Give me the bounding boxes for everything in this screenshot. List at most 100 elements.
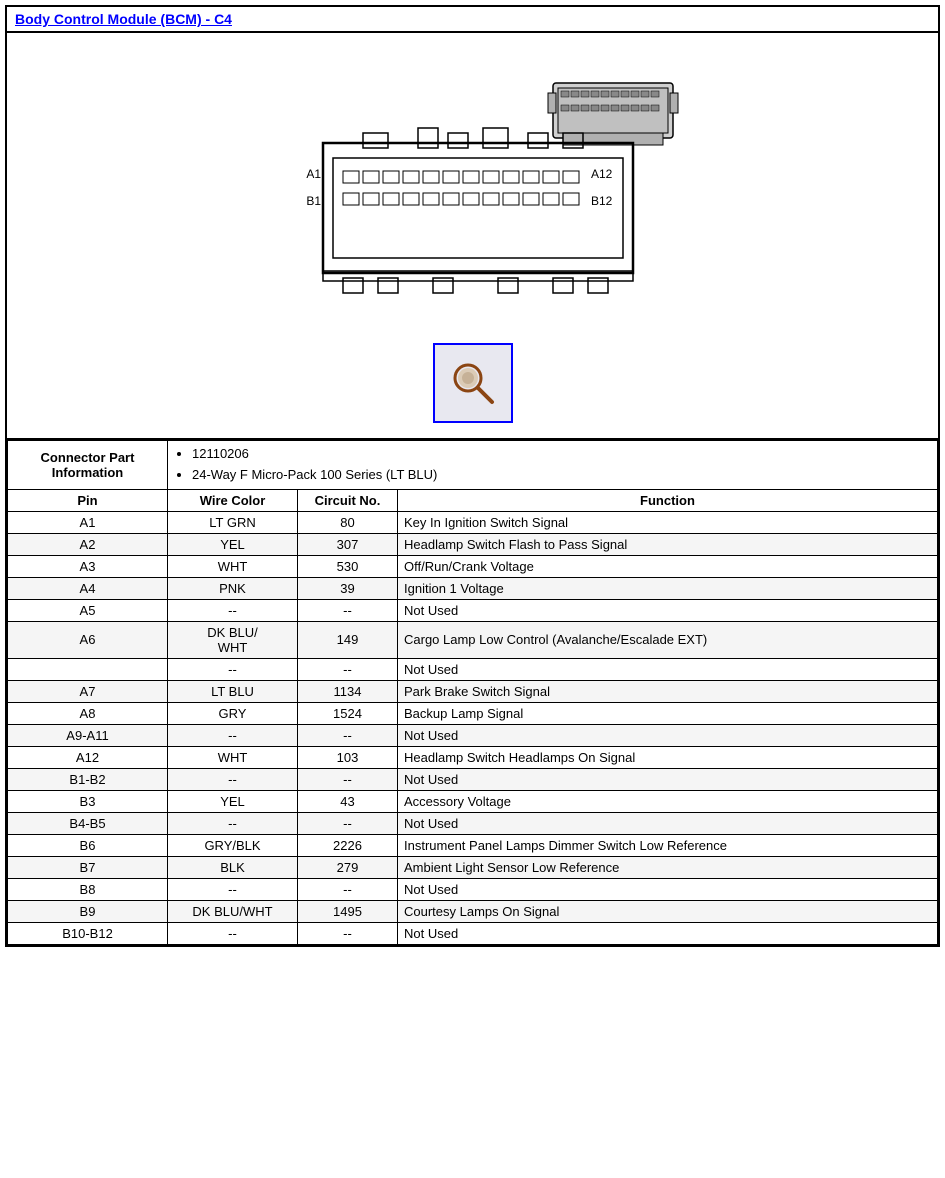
- pin-cell: B10-B12: [8, 922, 168, 944]
- circuit-no-cell: 103: [298, 746, 398, 768]
- connector-diagram: A1 A12 B1 B12: [7, 43, 938, 423]
- function-cell: Not Used: [398, 922, 938, 944]
- circuit-no-cell: --: [298, 922, 398, 944]
- circuit-no-cell: --: [298, 658, 398, 680]
- function-cell: Backup Lamp Signal: [398, 702, 938, 724]
- table-row: B8----Not Used: [8, 878, 938, 900]
- svg-text:B1: B1: [306, 194, 321, 208]
- connector-svg: A1 A12 B1 B12: [233, 43, 713, 333]
- wire-color-cell: --: [168, 922, 298, 944]
- circuit-no-cell: --: [298, 599, 398, 621]
- circuit-no-cell: 1134: [298, 680, 398, 702]
- table-row: A1LT GRN80Key In Ignition Switch Signal: [8, 511, 938, 533]
- function-cell: Off/Run/Crank Voltage: [398, 555, 938, 577]
- wire-color-cell: DK BLU/WHT: [168, 900, 298, 922]
- circuit-no-cell: 530: [298, 555, 398, 577]
- circuit-no-cell: 1495: [298, 900, 398, 922]
- function-cell: Park Brake Switch Signal: [398, 680, 938, 702]
- pin-cell: A9-A11: [8, 724, 168, 746]
- pin-cell: B9: [8, 900, 168, 922]
- wire-color-cell: --: [168, 812, 298, 834]
- function-cell: Ignition 1 Voltage: [398, 577, 938, 599]
- pin-cell: A1: [8, 511, 168, 533]
- circuit-no-cell: 279: [298, 856, 398, 878]
- table-row: A3WHT530Off/Run/Crank Voltage: [8, 555, 938, 577]
- svg-text:A12: A12: [591, 167, 613, 181]
- table-row: B6GRY/BLK2226Instrument Panel Lamps Dimm…: [8, 834, 938, 856]
- pin-cell: B7: [8, 856, 168, 878]
- table-row: A2YEL307Headlamp Switch Flash to Pass Si…: [8, 533, 938, 555]
- table-row: A6DK BLU/ WHT149Cargo Lamp Low Control (…: [8, 621, 938, 658]
- header-circuit-no: Circuit No.: [298, 489, 398, 511]
- magnify-button[interactable]: [433, 343, 513, 423]
- pin-cell: A7: [8, 680, 168, 702]
- wire-color-cell: --: [168, 658, 298, 680]
- pin-cell: A4: [8, 577, 168, 599]
- table-row: B4-B5----Not Used: [8, 812, 938, 834]
- pin-cell: A5: [8, 599, 168, 621]
- part-number-2: 24-Way F Micro-Pack 100 Series (LT BLU): [192, 465, 931, 486]
- header-function: Function: [398, 489, 938, 511]
- function-cell: Not Used: [398, 724, 938, 746]
- page-wrapper: Body Control Module (BCM) - C4: [5, 5, 940, 947]
- pin-cell: A6: [8, 621, 168, 658]
- pin-cell: [8, 658, 168, 680]
- function-cell: Headlamp Switch Flash to Pass Signal: [398, 533, 938, 555]
- table-row: A7LT BLU1134Park Brake Switch Signal: [8, 680, 938, 702]
- table-row: B7BLK279Ambient Light Sensor Low Referen…: [8, 856, 938, 878]
- table-row: A12WHT103Headlamp Switch Headlamps On Si…: [8, 746, 938, 768]
- wire-color-cell: PNK: [168, 577, 298, 599]
- wire-color-cell: --: [168, 724, 298, 746]
- table-row: B9DK BLU/WHT1495Courtesy Lamps On Signal: [8, 900, 938, 922]
- connector-table: Connector Part Information 12110206 24-W…: [7, 440, 938, 945]
- table-row: B1-B2----Not Used: [8, 768, 938, 790]
- circuit-no-cell: 43: [298, 790, 398, 812]
- wire-color-cell: --: [168, 599, 298, 621]
- wire-color-cell: --: [168, 768, 298, 790]
- pin-cell: B8: [8, 878, 168, 900]
- pin-cell: A12: [8, 746, 168, 768]
- table-row: ----Not Used: [8, 658, 938, 680]
- table-row: B3YEL43Accessory Voltage: [8, 790, 938, 812]
- connector-info-label: Connector Part Information: [8, 441, 168, 490]
- wire-color-cell: GRY: [168, 702, 298, 724]
- function-cell: Instrument Panel Lamps Dimmer Switch Low…: [398, 834, 938, 856]
- part-number-1: 12110206: [192, 444, 931, 465]
- table-row: A5----Not Used: [8, 599, 938, 621]
- wire-color-cell: YEL: [168, 790, 298, 812]
- wire-color-cell: GRY/BLK: [168, 834, 298, 856]
- circuit-no-cell: 1524: [298, 702, 398, 724]
- wire-color-cell: WHT: [168, 555, 298, 577]
- circuit-no-cell: --: [298, 724, 398, 746]
- table-header-row: Pin Wire Color Circuit No. Function: [8, 489, 938, 511]
- page-title: Body Control Module (BCM) - C4: [7, 7, 938, 33]
- pin-cell: A2: [8, 533, 168, 555]
- pin-cell: A3: [8, 555, 168, 577]
- wire-color-cell: WHT: [168, 746, 298, 768]
- pin-cell: A8: [8, 702, 168, 724]
- pin-cell: B1-B2: [8, 768, 168, 790]
- wire-color-cell: YEL: [168, 533, 298, 555]
- function-cell: Accessory Voltage: [398, 790, 938, 812]
- table-row: A4PNK39Ignition 1 Voltage: [8, 577, 938, 599]
- circuit-no-cell: --: [298, 768, 398, 790]
- function-cell: Not Used: [398, 878, 938, 900]
- function-cell: Not Used: [398, 768, 938, 790]
- function-cell: Not Used: [398, 812, 938, 834]
- wire-color-cell: BLK: [168, 856, 298, 878]
- function-cell: Key In Ignition Switch Signal: [398, 511, 938, 533]
- function-cell: Cargo Lamp Low Control (Avalanche/Escala…: [398, 621, 938, 658]
- function-cell: Courtesy Lamps On Signal: [398, 900, 938, 922]
- circuit-no-cell: 39: [298, 577, 398, 599]
- header-pin: Pin: [8, 489, 168, 511]
- part-numbers-cell: 12110206 24-Way F Micro-Pack 100 Series …: [168, 441, 938, 490]
- circuit-no-cell: 307: [298, 533, 398, 555]
- circuit-no-cell: --: [298, 878, 398, 900]
- diagram-area: A1 A12 B1 B12: [7, 33, 938, 440]
- circuit-no-cell: 149: [298, 621, 398, 658]
- table-row: B10-B12----Not Used: [8, 922, 938, 944]
- wire-color-cell: LT BLU: [168, 680, 298, 702]
- connector-info-row: Connector Part Information 12110206 24-W…: [8, 441, 938, 490]
- circuit-no-cell: 80: [298, 511, 398, 533]
- table-row: A9-A11----Not Used: [8, 724, 938, 746]
